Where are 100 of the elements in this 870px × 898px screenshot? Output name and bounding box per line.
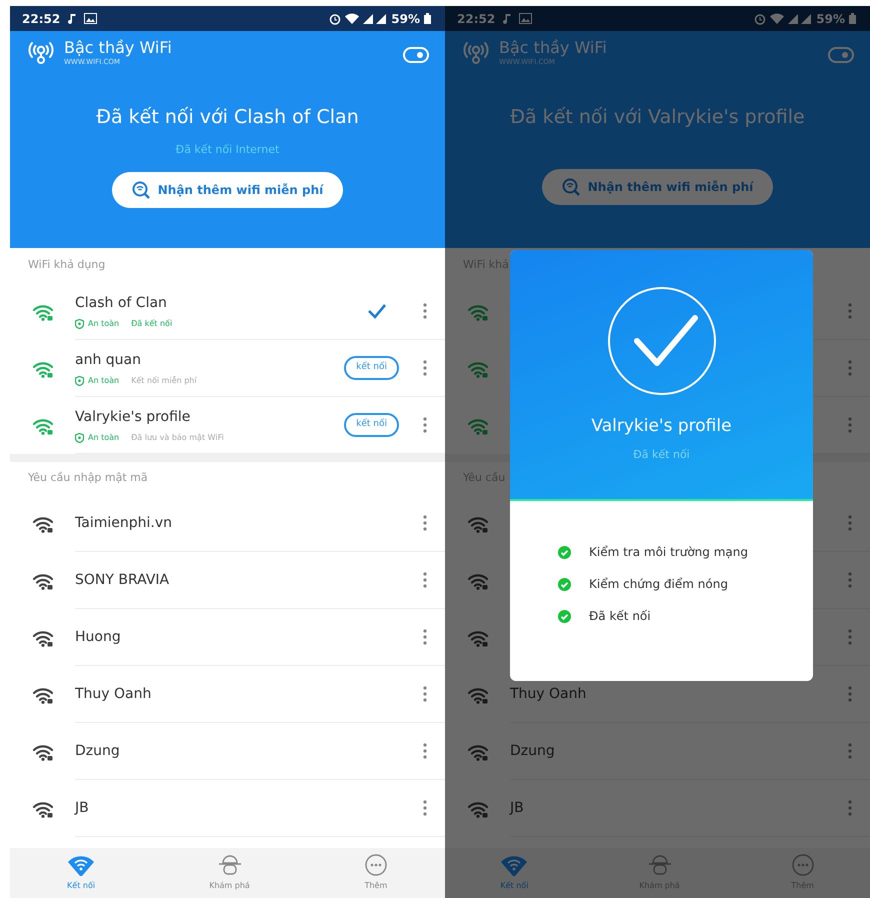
network-name[interactable]: Huong <box>75 626 423 648</box>
network-tag: An toàn <box>88 432 120 444</box>
shield-icon <box>75 432 84 442</box>
battery-level: 59% <box>816 10 845 28</box>
connect-button[interactable]: kết nối <box>344 413 399 437</box>
nav-tab[interactable]: Kết nối <box>445 848 584 898</box>
signal-icon <box>788 13 812 24</box>
wifi-icon <box>345 13 360 24</box>
app-title: Bậc thầy WiFi <box>64 39 172 57</box>
more-options-icon[interactable] <box>848 572 852 588</box>
network-name[interactable]: Dzung <box>510 740 848 762</box>
wifi-search-icon <box>562 178 580 196</box>
nav-tab[interactable]: Thêm <box>306 848 445 898</box>
more-options-icon[interactable] <box>423 417 427 433</box>
more-options-icon[interactable] <box>423 360 427 376</box>
more-options-icon[interactable] <box>848 629 852 645</box>
dialog-status: Đã kết nối <box>633 447 690 463</box>
network-tag: Kết nối miễn phí <box>131 374 197 386</box>
alarm-icon <box>754 12 766 24</box>
more-options-icon[interactable] <box>848 303 852 319</box>
more-icon <box>364 854 388 876</box>
network-name[interactable]: Clash of Clan <box>75 292 367 314</box>
wifi-lock-icon <box>32 800 54 818</box>
wifi-icon <box>68 854 94 876</box>
network-tag: Đã lưu và bảo mật WiFi <box>131 432 224 444</box>
network-name[interactable]: Taimienphi.vn <box>75 512 423 534</box>
wifi-lock-icon <box>466 628 488 646</box>
app-logo-icon <box>461 39 491 65</box>
wifi-lock-icon <box>32 514 54 532</box>
wifi-lock-icon <box>466 416 488 434</box>
network-name[interactable]: JB <box>75 798 423 818</box>
wifi-icon <box>501 854 528 876</box>
more-options-icon[interactable] <box>423 629 427 645</box>
shield-icon <box>75 376 84 386</box>
nav-tab[interactable]: Khám phá <box>152 848 307 898</box>
wifi-lock-icon <box>32 416 54 434</box>
free-wifi-button[interactable]: Nhận thêm wifi miễn phí <box>112 172 344 208</box>
network-name[interactable]: SONY BRAVIA <box>75 570 423 590</box>
more-options-icon[interactable] <box>423 515 427 531</box>
wifi-icon <box>770 13 784 24</box>
more-options-icon[interactable] <box>848 686 852 702</box>
wifi-lock-icon <box>32 572 54 590</box>
battery-icon <box>424 13 431 24</box>
connection-status: Đã kết nối Internet <box>176 142 280 158</box>
more-options-icon[interactable] <box>423 303 427 319</box>
more-options-icon[interactable] <box>848 800 852 816</box>
step-text: Kiểm chứng điểm nóng <box>589 576 728 593</box>
app-logo-icon <box>26 39 56 65</box>
network-name[interactable]: Thuy Oanh <box>510 684 848 704</box>
wifi-lock-icon <box>466 302 488 320</box>
app-title: Bậc thầy WiFi <box>499 39 607 57</box>
wifi-lock-icon <box>32 742 54 760</box>
more-options-icon[interactable] <box>423 743 427 759</box>
network-tag: Đã kết nối <box>131 318 172 330</box>
toggle-switch[interactable] <box>828 47 854 63</box>
image-icon <box>519 13 532 24</box>
wifi-lock-icon <box>466 572 488 590</box>
wifi-lock-icon <box>466 514 488 532</box>
status-time: 22:52 <box>22 10 60 28</box>
wifi-lock-icon <box>466 800 488 818</box>
wifi-search-icon <box>132 181 150 200</box>
connect-button[interactable]: kết nối <box>344 356 399 380</box>
wifi-lock-icon <box>466 360 488 378</box>
wifi-lock-icon <box>32 628 54 646</box>
wifi-lock-icon <box>32 302 54 320</box>
network-tag: An toàn <box>88 318 120 330</box>
connection-title: Đã kết nối với Clash of Clan <box>96 105 359 130</box>
more-options-icon[interactable] <box>848 417 852 433</box>
connection-title: Đã kết nối với Valrykie's profile <box>510 105 805 130</box>
network-name[interactable]: Dzung <box>75 740 423 762</box>
battery-level: 59% <box>391 10 420 28</box>
wifi-lock-icon <box>32 360 54 378</box>
more-icon <box>790 854 815 876</box>
network-name[interactable]: Valrykie's profile <box>75 406 344 428</box>
section-title: WiFi khả dụng <box>28 257 106 274</box>
more-options-icon[interactable] <box>848 360 852 376</box>
image-icon <box>84 13 98 24</box>
battery-icon <box>849 13 856 24</box>
shield-icon <box>75 318 84 328</box>
more-options-icon[interactable] <box>423 686 427 702</box>
nav-tab[interactable]: Kết nối <box>10 848 152 898</box>
more-options-icon[interactable] <box>423 800 427 816</box>
alarm-icon <box>329 12 342 24</box>
hat-figure-icon <box>216 854 243 876</box>
step-text: Đã kết nối <box>589 608 651 625</box>
network-name[interactable]: Thuy Oanh <box>75 684 423 704</box>
network-name[interactable]: anh quan <box>75 350 344 370</box>
wifi-lock-icon <box>32 686 54 704</box>
more-options-icon[interactable] <box>848 743 852 759</box>
more-options-icon[interactable] <box>423 572 427 588</box>
more-options-icon[interactable] <box>848 515 852 531</box>
check-circle-icon <box>606 286 716 396</box>
step-text: Kiểm tra môi trường mạng <box>589 544 748 561</box>
music-note-icon <box>503 12 514 24</box>
signal-icon <box>363 13 388 24</box>
network-name[interactable]: JB <box>510 798 848 818</box>
wifi-lock-icon <box>466 686 488 704</box>
toggle-switch[interactable] <box>403 47 429 63</box>
free-wifi-button[interactable]: Nhận thêm wifi miễn phí <box>542 168 774 205</box>
music-note-icon <box>68 12 78 24</box>
